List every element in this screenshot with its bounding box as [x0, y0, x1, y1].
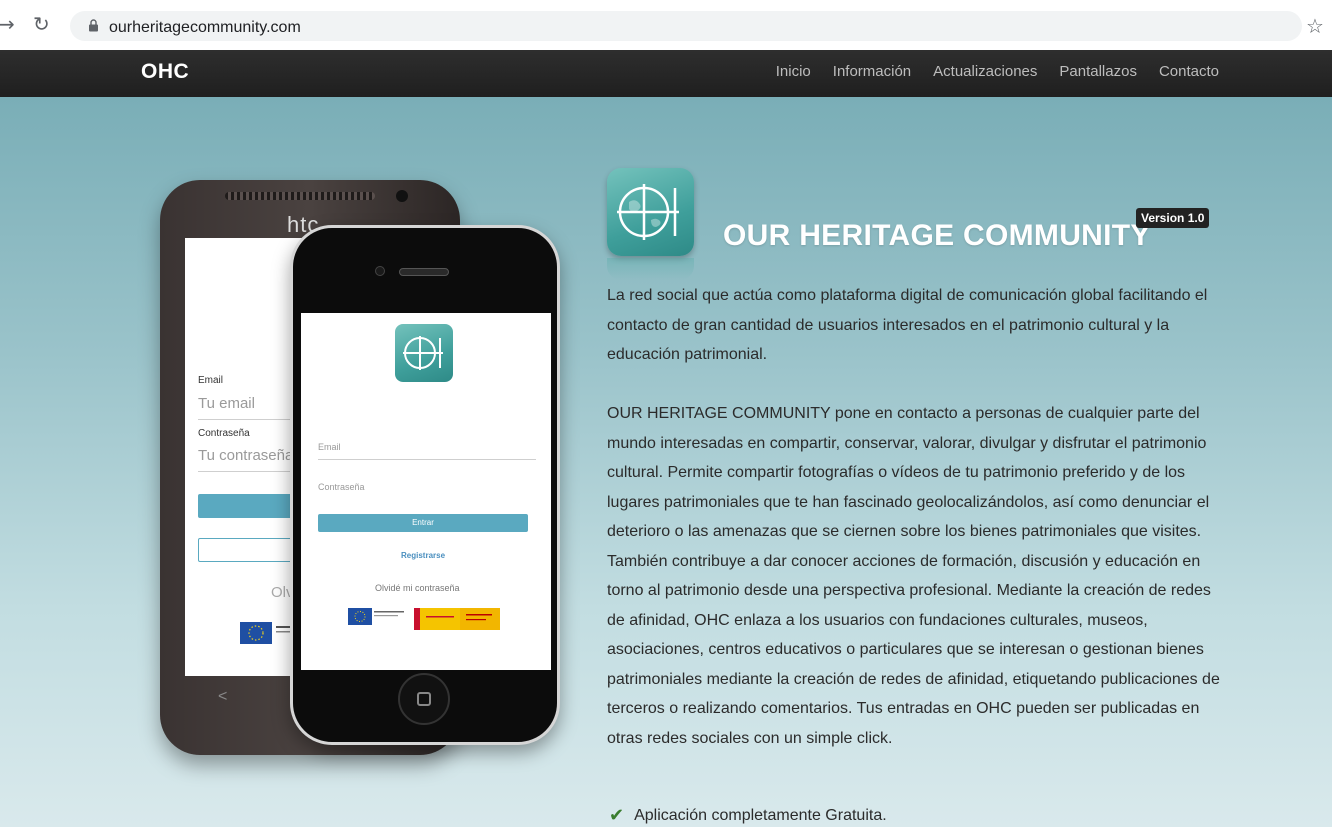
nav-item-contacto[interactable]: Contacto	[1159, 63, 1219, 80]
iphone-camera	[375, 266, 385, 276]
hero-title: OUR HERITAGE COMMUNITY	[723, 219, 1151, 252]
intro-paragraph: La red social que actúa como plataforma …	[607, 287, 1208, 363]
htc-email-underline	[198, 419, 298, 420]
htc-camera	[396, 190, 408, 202]
app-icon	[607, 168, 694, 256]
htc-password-label: Contraseña	[198, 428, 250, 439]
htc-speaker	[225, 192, 375, 200]
nav-item-pantallazos[interactable]: Pantallazos	[1059, 63, 1137, 80]
iphone-login-button: Entrar	[318, 514, 528, 532]
feature-item: ✔ Aplicación completamente Gratuita.	[609, 805, 887, 826]
iphone-earpiece	[399, 268, 449, 276]
htc-email-placeholder: Tu email	[198, 395, 255, 412]
nav-item-actualizaciones[interactable]: Actualizaciones	[933, 63, 1037, 80]
app-icon-small	[395, 324, 453, 382]
nav-item-inicio[interactable]: Inicio	[776, 63, 811, 80]
iphone-email-field: Email	[318, 442, 341, 452]
version-badge: Version 1.0	[1136, 208, 1210, 228]
feature-text: Aplicación completamente Gratuita.	[634, 806, 887, 824]
htc-password-placeholder: Tu contraseña	[198, 447, 294, 464]
eu-flag-logo	[240, 622, 294, 644]
htc-email-label: Email	[198, 375, 224, 386]
htc-back-icon: <	[218, 688, 228, 705]
iphone-register-link: Registrarse	[401, 551, 446, 560]
url-text[interactable]: ourheritagecommunity.com	[109, 19, 301, 37]
checkmark-icon: ✔	[609, 805, 625, 826]
iphone-password-field: Contraseña	[318, 482, 365, 492]
browser-toolbar: → ↻ ourheritagecommunity.com ☆	[0, 0, 1332, 50]
iphone-forgot-link: Olvidé mi contraseña	[375, 583, 460, 593]
nav-item-informacion[interactable]: Información	[833, 63, 911, 80]
sponsor-logos	[348, 608, 500, 630]
app-icon-reflection	[607, 258, 694, 280]
reload-icon[interactable]: ↻	[33, 14, 50, 34]
arrow-right-icon[interactable]: →	[0, 14, 15, 34]
brand-logo[interactable]: OHC	[141, 60, 189, 84]
main-menu: Inicio Información Actualizaciones Panta…	[776, 63, 1219, 80]
description-paragraph: OUR HERITAGE COMMUNITY pone en contacto …	[607, 405, 1220, 747]
htc-password-underline	[198, 471, 298, 472]
home-square-icon	[417, 692, 431, 706]
lock-icon	[89, 19, 98, 32]
iphone-email-underline	[318, 459, 536, 460]
star-icon[interactable]: ☆	[1306, 16, 1324, 36]
